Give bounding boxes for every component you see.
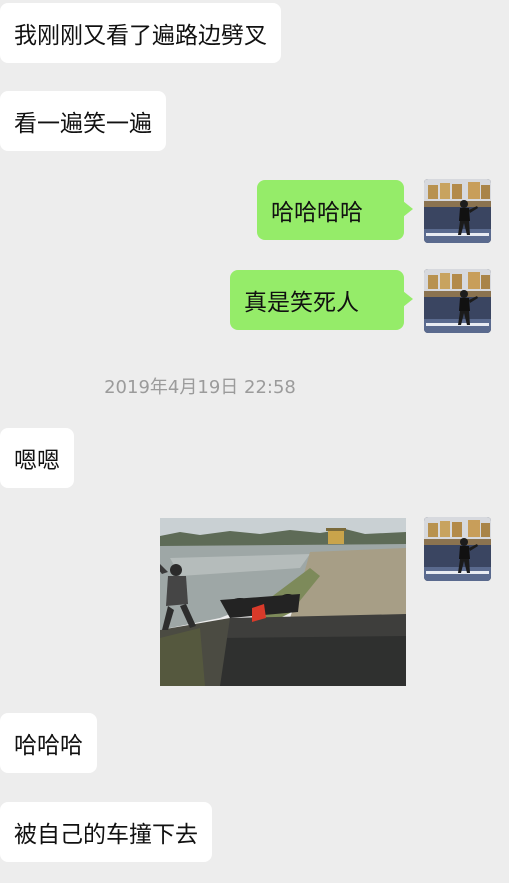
incoming-message-bubble[interactable]: 我刚刚又看了遍路边劈叉 xyxy=(0,3,281,63)
outgoing-message-bubble[interactable]: 哈哈哈哈 xyxy=(257,180,413,240)
avatar[interactable] xyxy=(424,269,491,333)
message-text: 嗯嗯 xyxy=(14,448,60,474)
message-text: 真是笑死人 xyxy=(244,290,359,316)
message-text: 我刚刚又看了遍路边劈叉 xyxy=(14,23,267,49)
avatar-image xyxy=(424,179,491,243)
avatar-image xyxy=(424,517,491,581)
outgoing-message-bubble[interactable]: 真是笑死人 xyxy=(230,270,413,330)
message-text: 看一遍笑一遍 xyxy=(14,111,152,137)
message-text: 哈哈哈哈 xyxy=(271,200,363,226)
message-text: 被自己的车撞下去 xyxy=(14,822,198,848)
incoming-message-bubble[interactable]: 嗯嗯 xyxy=(0,428,74,488)
avatar[interactable] xyxy=(424,517,491,581)
incoming-message-bubble[interactable]: 哈哈哈 xyxy=(0,713,97,773)
chat-timestamp: 2019年4月19日 22:58 xyxy=(104,377,296,398)
image-message[interactable] xyxy=(160,518,406,686)
avatar-image xyxy=(424,269,491,333)
avatar[interactable] xyxy=(424,179,491,243)
incoming-message-bubble[interactable]: 被自己的车撞下去 xyxy=(0,802,212,862)
message-text: 哈哈哈 xyxy=(14,733,83,759)
incoming-message-bubble[interactable]: 看一遍笑一遍 xyxy=(0,91,166,151)
image-message-picture xyxy=(160,518,406,686)
